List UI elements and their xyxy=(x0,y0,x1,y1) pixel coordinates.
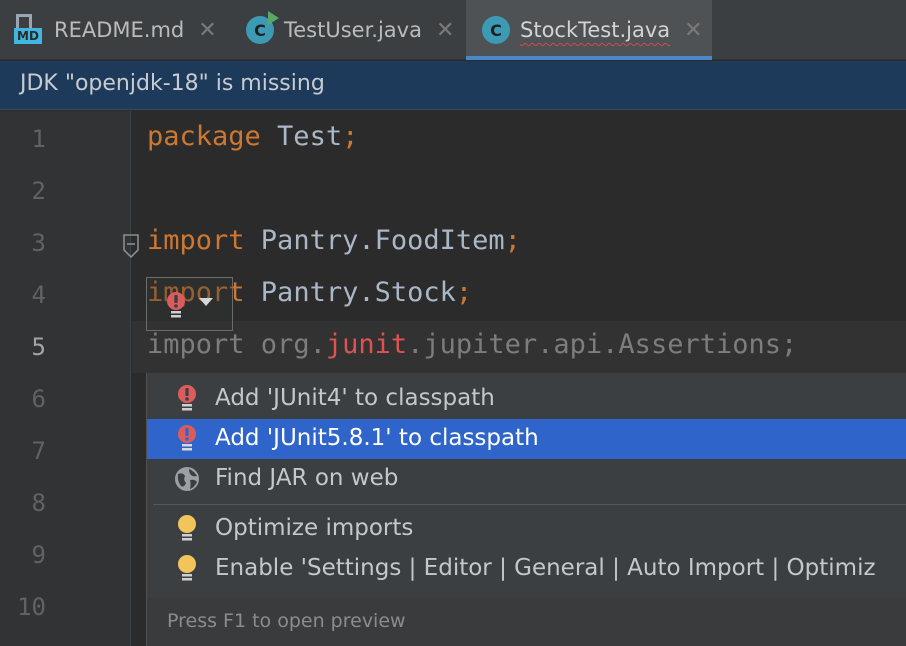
line-number: 9 xyxy=(31,541,46,569)
popup-footer-text: Press F1 to open preview xyxy=(167,610,406,632)
fold-icon[interactable] xyxy=(121,233,141,259)
tab-testuser[interactable]: C TestUser.java ✕ xyxy=(246,0,454,60)
red-bulb-icon xyxy=(178,425,196,451)
red-bulb-icon xyxy=(178,385,196,411)
line-number: 8 xyxy=(31,489,46,517)
run-badge-icon xyxy=(268,11,279,25)
intention-actions-button[interactable] xyxy=(146,277,233,331)
markdown-file-icon: MD xyxy=(14,14,44,46)
tab-label: TestUser.java xyxy=(284,18,422,42)
globe-icon xyxy=(175,467,199,491)
code-line-5: import org.junit.jupiter.api.Assertions; xyxy=(147,329,798,360)
line-number-current: 5 xyxy=(31,333,46,361)
jdk-missing-banner: JDK "openjdk-18" is missing xyxy=(0,61,906,110)
popup-footer: Press F1 to open preview xyxy=(147,598,906,646)
popup-item-find-jar[interactable]: Find JAR on web xyxy=(147,459,906,499)
line-number: 4 xyxy=(31,281,46,309)
unresolved-reference: junit xyxy=(325,329,408,360)
close-icon[interactable]: ✕ xyxy=(436,18,454,43)
tab-readme[interactable]: MD README.md ✕ xyxy=(14,0,217,60)
line-number: 2 xyxy=(31,177,46,205)
banner-text: JDK "openjdk-18" is missing xyxy=(20,71,325,96)
java-class-icon: C xyxy=(482,16,510,44)
java-class-icon: C xyxy=(246,11,279,44)
red-bulb-icon xyxy=(167,292,185,318)
tab-stocktest[interactable]: C StockTest.java ✕ xyxy=(466,0,712,60)
popup-separator xyxy=(153,504,906,505)
close-icon[interactable]: ✕ xyxy=(198,18,216,43)
code-line-3: import Pantry.FoodItem; xyxy=(147,225,521,256)
popup-item-enable-auto-import[interactable]: Enable 'Settings | Editor | General | Au… xyxy=(147,549,906,589)
yellow-bulb-icon xyxy=(178,555,196,581)
chevron-down-icon xyxy=(199,298,213,306)
close-icon[interactable]: ✕ xyxy=(684,18,702,43)
line-number-gutter: 1 2 3 4 5 6 7 8 9 10 xyxy=(0,111,131,646)
popup-item-label: Add 'JUnit5.8.1' to classpath xyxy=(215,425,539,451)
tab-label: README.md xyxy=(54,18,185,42)
popup-item-label: Add 'JUnit4' to classpath xyxy=(215,385,495,411)
popup-item-optimize-imports[interactable]: Optimize imports xyxy=(147,509,906,549)
line-number: 3 xyxy=(31,229,46,257)
popup-item-label: Find JAR on web xyxy=(215,465,399,491)
editor-tab-bar: MD README.md ✕ C TestUser.java ✕ C Stock… xyxy=(0,0,906,60)
yellow-bulb-icon xyxy=(178,515,196,541)
popup-item-add-junit4[interactable]: Add 'JUnit4' to classpath xyxy=(147,379,906,419)
code-line-1: package Test; xyxy=(147,121,359,152)
line-number: 6 xyxy=(31,385,46,413)
line-number: 10 xyxy=(17,593,46,621)
line-number: 1 xyxy=(31,125,46,153)
popup-item-label: Enable 'Settings | Editor | General | Au… xyxy=(215,555,876,581)
tab-label: StockTest.java xyxy=(520,18,671,42)
popup-item-add-junit5[interactable]: Add 'JUnit5.8.1' to classpath xyxy=(147,419,906,459)
popup-item-label: Optimize imports xyxy=(215,515,414,541)
quick-fix-popup: Add 'JUnit4' to classpath Add 'JUnit5.8.… xyxy=(146,373,906,646)
line-number: 7 xyxy=(31,437,46,465)
